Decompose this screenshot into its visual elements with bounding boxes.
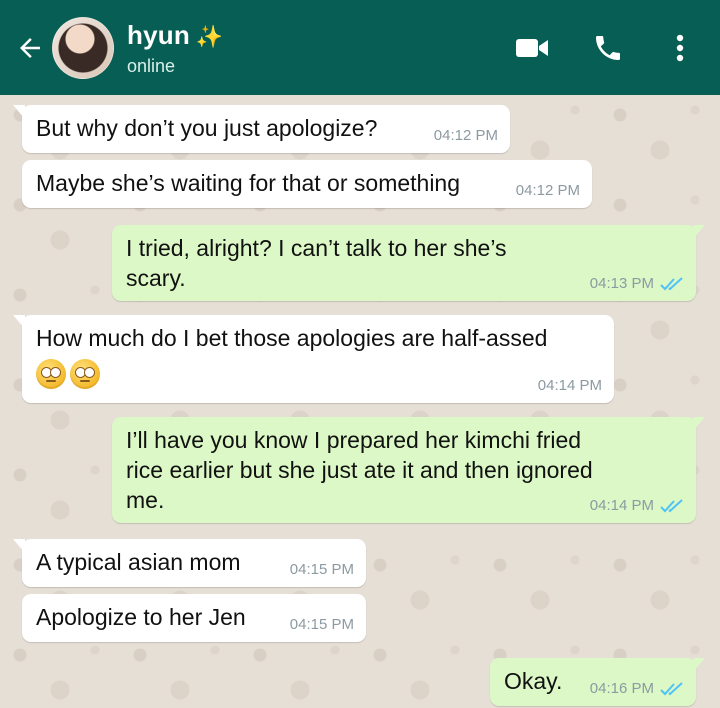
- message-text: I’ll have you know I prepared her kimchi…: [126, 425, 593, 515]
- message-text: Apologize to her Jen: [36, 604, 246, 630]
- contact-avatar[interactable]: [52, 17, 114, 79]
- message-time: 04:15 PM: [289, 616, 354, 633]
- message-line: rice earlier but she just ate it and the…: [126, 457, 593, 483]
- message-text: Maybe she’s waiting for that or somethin…: [36, 170, 461, 196]
- message-text: I tried, alright? I can’t talk to her sh…: [126, 233, 507, 293]
- message-time: 04:13 PM: [589, 275, 654, 292]
- video-call-button[interactable]: [512, 28, 552, 68]
- more-vertical-icon: [676, 34, 684, 62]
- voice-call-button[interactable]: [588, 28, 628, 68]
- contact-name[interactable]: hyun ✨: [127, 20, 224, 51]
- message-line: I tried, alright? I can’t talk to her sh…: [126, 235, 507, 261]
- message-list[interactable]: But why don’t you just apologize? 04:12 …: [0, 95, 720, 708]
- message-line: scary.: [126, 265, 186, 291]
- back-arrow-icon: [20, 38, 40, 58]
- message-time: 04:14 PM: [537, 377, 602, 394]
- message-outgoing[interactable]: I tried, alright? I can’t talk to her sh…: [112, 225, 705, 301]
- face-with-rolling-eyes-icon: [36, 358, 66, 389]
- message-line: How much do I bet those apologies are ha…: [36, 325, 548, 351]
- message-text: Okay.: [504, 668, 563, 694]
- message-time: 04:14 PM: [589, 497, 654, 514]
- message-time: 04:12 PM: [433, 127, 498, 144]
- message-text: But why don’t you just apologize?: [36, 115, 378, 141]
- message-incoming[interactable]: But why don’t you just apologize? 04:12 …: [13, 105, 510, 153]
- message-incoming[interactable]: Apologize to her Jen 04:15 PM: [22, 594, 366, 642]
- double-check-icon: [660, 277, 683, 291]
- message-time: 04:15 PM: [289, 561, 354, 578]
- contact-name-text: hyun: [127, 20, 190, 50]
- message-incoming[interactable]: A typical asian mom 04:15 PM: [13, 539, 366, 587]
- menu-button[interactable]: [665, 28, 695, 68]
- message-incoming[interactable]: Maybe she’s waiting for that or somethin…: [22, 160, 592, 208]
- message-text: A typical asian mom: [36, 549, 241, 575]
- message-outgoing[interactable]: Okay. 04:16 PM: [490, 658, 705, 706]
- message-line: I’ll have you know I prepared her kimchi…: [126, 427, 582, 453]
- phone-icon: [596, 36, 620, 60]
- message-time: 04:16 PM: [589, 680, 654, 697]
- emoji-face-with-rolling-eyes-icon: [36, 357, 104, 389]
- video-camera-icon: [516, 39, 548, 57]
- sparkle-icon: ✨: [195, 24, 224, 49]
- double-check-icon: [660, 499, 683, 513]
- message-line: me.: [126, 487, 165, 513]
- message-time: 04:12 PM: [515, 182, 580, 199]
- double-check-icon: [660, 682, 683, 696]
- face-with-rolling-eyes-icon: [70, 358, 100, 389]
- message-text: How much do I bet those apologies are ha…: [36, 323, 547, 389]
- chat-header: hyun ✨ online: [0, 0, 720, 95]
- back-button[interactable]: [10, 30, 50, 66]
- contact-status: online: [127, 56, 176, 76]
- message-outgoing[interactable]: I’ll have you know I prepared her kimchi…: [112, 417, 705, 523]
- message-incoming[interactable]: How much do I bet those apologies are ha…: [13, 315, 614, 403]
